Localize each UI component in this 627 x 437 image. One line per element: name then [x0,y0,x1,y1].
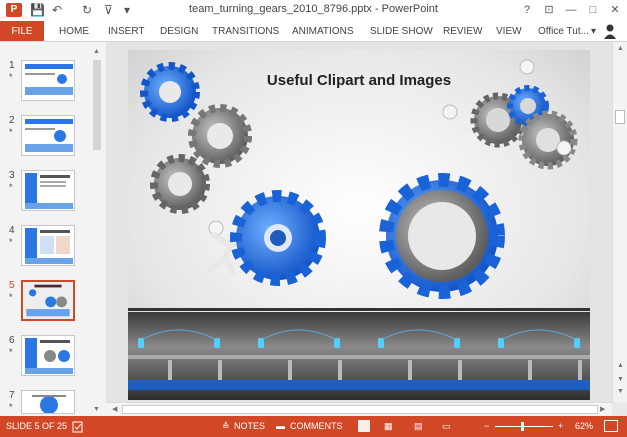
thumbnail-star: * [9,182,13,192]
thumbnail-number: 3 [9,170,15,181]
zoom-slider[interactable] [495,426,553,427]
gear-icon [188,104,252,168]
slide-editor: Useful Clipart and Images [106,42,612,402]
tab-insert[interactable]: INSERT [108,21,145,41]
slide-thumbnail-7[interactable] [21,390,75,414]
slide-thumbnail-6[interactable] [21,335,75,376]
slide-thumbnail-2[interactable] [21,115,75,156]
thumbnail-number: 1 [9,60,15,71]
slide-thumbnail-3[interactable] [21,170,75,211]
zoom-slider-thumb[interactable] [521,422,524,431]
slide-show-icon[interactable]: ▭ [442,416,451,437]
gear-icon [230,190,326,286]
account-chevron-icon[interactable]: ▾ [591,21,596,41]
title-bar: P 💾 ↶ ↻ ⊽ ▾ team_turning_gears_2010_8796… [0,0,627,21]
slide-artwork [128,50,590,400]
thumbnail-star: * [9,347,13,357]
thumbnail-star: * [9,402,13,412]
slide-canvas[interactable]: Useful Clipart and Images [128,50,590,400]
slide-sorter-icon[interactable]: ▦ [384,416,393,437]
normal-view-icon[interactable] [358,420,370,432]
next-slide-icon[interactable]: ▼ [617,388,624,395]
notes-icon[interactable]: ≙ [222,416,230,437]
minimize-button[interactable]: — [562,2,580,18]
slide-thumbnail-1[interactable] [21,60,75,101]
slide-vertical-scrollbar[interactable]: ▲ ▲ ▼ ▼ [612,42,627,402]
conveyor-strip [128,312,590,400]
account-name[interactable]: Office Tut... [538,21,589,41]
notes-button[interactable]: NOTES [234,416,265,437]
ribbon-display-options-button[interactable]: ⊡ [540,2,558,18]
slide-thumbnail-5[interactable] [21,280,75,321]
reading-view-icon[interactable]: ▤ [414,416,423,437]
comments-button[interactable]: COMMENTS [290,416,343,437]
thumbnail-number: 6 [9,335,15,346]
scroll-right-arrow-icon[interactable]: ▶ [600,405,605,413]
spell-check-icon[interactable] [72,420,84,433]
thumbnails-scroll-thumb[interactable] [93,60,101,150]
tab-view[interactable]: VIEW [496,21,522,41]
thumbnail-star: * [9,292,13,302]
thumbnail-number: 4 [9,225,15,236]
horizontal-scroll-thumb[interactable] [122,405,598,414]
zoom-level[interactable]: 62% [575,416,593,437]
tab-home[interactable]: HOME [59,21,89,41]
thumbnail-star: * [9,72,13,82]
tab-animations[interactable]: ANIMATIONS [292,21,353,41]
gear-icon [150,154,210,214]
slide-divider [128,308,590,311]
powerpoint-window: P 💾 ↶ ↻ ⊽ ▾ team_turning_gears_2010_8796… [0,0,627,437]
tab-review[interactable]: REVIEW [443,21,482,41]
maximize-button[interactable]: □ [584,2,602,18]
thumbnail-number: 7 [9,390,15,401]
slide-thumbnail-4[interactable] [21,225,75,266]
close-button[interactable]: ✕ [606,2,624,18]
help-button[interactable]: ? [518,2,536,18]
scroll-thumb[interactable] [615,110,625,124]
scroll-down-arrow-icon[interactable]: ▼ [617,376,624,383]
ribbon-tabs: FILE HOME INSERT DESIGN TRANSITIONS ANIM… [0,21,627,42]
scroll-down-arrow-icon[interactable]: ▲ [617,362,624,369]
scroll-up-arrow-icon[interactable]: ▲ [617,45,624,52]
comments-icon[interactable]: ▬ [276,416,285,437]
user-avatar[interactable] [602,23,618,39]
tab-file[interactable]: FILE [0,21,44,41]
slide-title[interactable]: Useful Clipart and Images [128,72,590,89]
fit-slide-icon[interactable] [604,420,618,432]
thumbnail-star: * [9,237,13,247]
zoom-in-button[interactable]: + [558,416,563,437]
scroll-up-arrow-icon[interactable]: ▲ [93,48,100,55]
slide-horizontal-scrollbar[interactable]: ◀ ▶ [106,402,612,416]
tab-slide-show[interactable]: SLIDE SHOW [370,21,433,41]
gear-icon [379,173,505,299]
tab-design[interactable]: DESIGN [160,21,198,41]
zoom-out-button[interactable]: − [484,416,489,437]
slide-indicator: SLIDE 5 OF 25 [6,421,68,431]
thumbnail-number: 2 [9,115,15,126]
thumbnail-star: * [9,127,13,137]
gear-icon [518,110,578,170]
scroll-down-arrow-icon[interactable]: ▼ [93,406,100,413]
thumbnail-number: 5 [9,280,15,291]
tab-transitions[interactable]: TRANSITIONS [212,21,279,41]
status-bar: SLIDE 5 OF 25 ≙ NOTES ▬ COMMENTS ▦ ▤ ▭ −… [0,416,627,437]
thumbnails-scrollbar[interactable]: ▲ ▼ [91,48,103,416]
scroll-left-arrow-icon[interactable]: ◀ [112,405,117,413]
